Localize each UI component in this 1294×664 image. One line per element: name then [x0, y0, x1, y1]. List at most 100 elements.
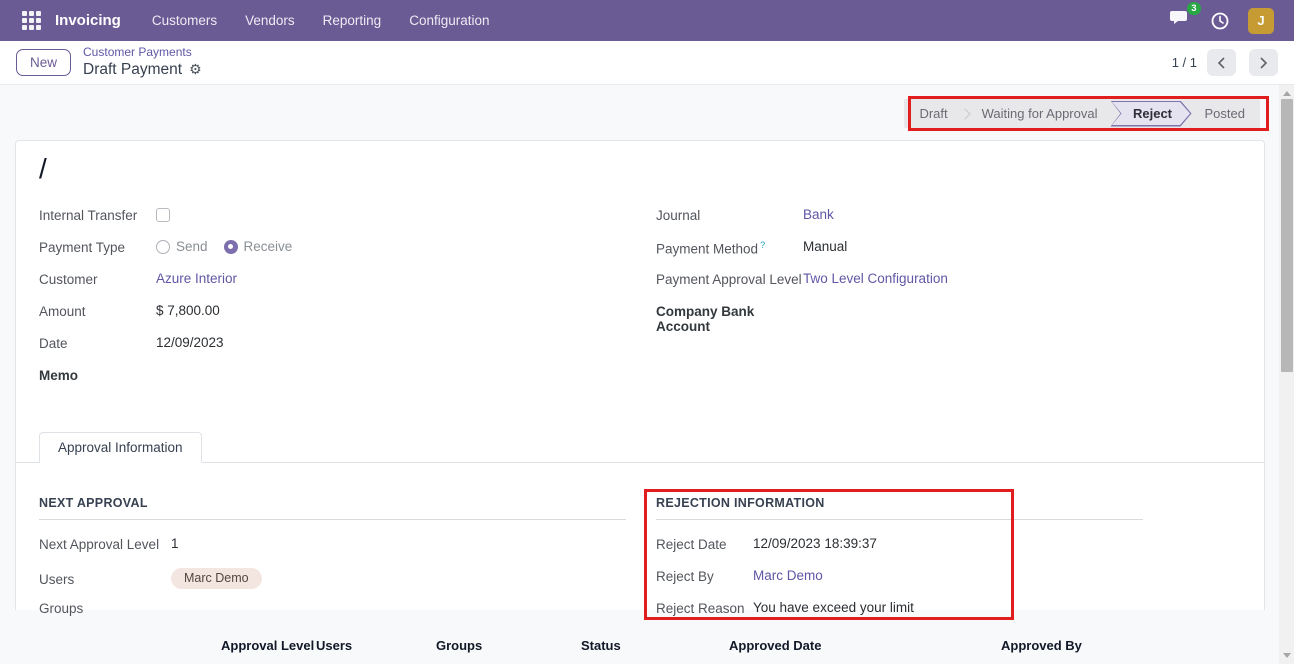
field-reject-by: Reject By Marc Demo [656, 568, 1143, 586]
statusbar: Draft Waiting for Approval Reject Posted [904, 99, 1260, 128]
status-reject-label: Reject [1112, 102, 1190, 125]
users-label: Users [39, 568, 171, 587]
payment-method-label: Payment Method? [656, 239, 803, 257]
gear-icon[interactable]: ⚙ [189, 61, 202, 79]
app-name[interactable]: Invoicing [55, 12, 121, 29]
customer-link[interactable]: Azure Interior [156, 271, 237, 286]
payment-approval-level-link[interactable]: Two Level Configuration [803, 271, 948, 286]
payment-approval-level-label: Payment Approval Level [656, 271, 803, 287]
field-reject-date: Reject Date 12/09/2023 18:39:37 [656, 536, 1143, 554]
approvals-table-header: Approval Level Users Groups Status Appro… [16, 638, 1264, 658]
scrollbar-thumb[interactable] [1281, 99, 1293, 372]
pager-counter: 1 / 1 [1172, 55, 1197, 70]
breadcrumb: Customer Payments Draft Payment ⚙ [83, 45, 202, 79]
field-next-approval-level: Next Approval Level 1 [39, 536, 626, 554]
pager: 1 / 1 [1172, 49, 1278, 76]
top-navbar: Invoicing Customers Vendors Reporting Co… [0, 0, 1294, 41]
next-approval-level-value[interactable]: 1 [171, 536, 179, 551]
navbar-left: Invoicing Customers Vendors Reporting Co… [12, 2, 501, 39]
field-internal-transfer: Internal Transfer [39, 207, 619, 225]
send-radio[interactable] [156, 240, 170, 254]
field-customer: Customer Azure Interior [39, 271, 619, 289]
groups-label: Groups [39, 600, 171, 616]
new-button[interactable]: New [16, 49, 71, 76]
reject-reason-value[interactable]: You have exceed your limit [753, 600, 914, 615]
status-reject-active[interactable]: Reject [1110, 101, 1191, 127]
field-amount: Amount $ 7,800.00 [39, 303, 619, 321]
field-company-bank-account: Company Bank Account [656, 303, 1156, 334]
col-groups[interactable]: Groups [436, 638, 482, 653]
user-avatar[interactable]: J [1248, 8, 1274, 34]
payment-method-value[interactable]: Manual [803, 239, 847, 254]
tab-approval-information[interactable]: Approval Information [39, 432, 202, 463]
col-users[interactable]: Users [316, 638, 352, 653]
nav-item-customers[interactable]: Customers [141, 2, 228, 39]
navbar-right: 3 J [1170, 8, 1282, 34]
status-posted[interactable]: Posted [1194, 101, 1256, 126]
col-status[interactable]: Status [581, 638, 621, 653]
field-payment-method: Payment Method? Manual [656, 239, 1156, 257]
control-panel: New Customer Payments Draft Payment ⚙ 1 … [0, 41, 1294, 85]
customer-label: Customer [39, 271, 156, 287]
nav-item-vendors[interactable]: Vendors [234, 2, 306, 39]
reject-date-label: Reject Date [656, 536, 753, 552]
date-value[interactable]: 12/09/2023 [156, 335, 224, 350]
amount-label: Amount [39, 303, 156, 319]
journal-link[interactable]: Bank [803, 207, 834, 222]
right-field-group: Journal Bank Payment Method? Manual Paym… [656, 207, 1156, 348]
reject-by-link[interactable]: Marc Demo [753, 568, 823, 583]
status-separator-icon [959, 108, 970, 119]
breadcrumb-current-label: Draft Payment [83, 60, 182, 79]
col-approved-date[interactable]: Approved Date [729, 638, 821, 653]
receive-radio[interactable] [224, 240, 238, 254]
activities-clock-icon[interactable] [1210, 11, 1230, 31]
notebook-tabs: Approval Information [16, 429, 1264, 463]
payment-type-label: Payment Type [39, 239, 156, 255]
form-view-area: Draft Waiting for Approval Reject Posted… [0, 85, 1294, 664]
rejection-information-title: REJECTION INFORMATION [656, 496, 1143, 520]
payment-name-title: / [39, 153, 47, 185]
field-users: Users Marc Demo [39, 568, 626, 589]
next-approval-level-label: Next Approval Level [39, 536, 171, 552]
field-date: Date 12/09/2023 [39, 335, 619, 353]
nav-item-reporting[interactable]: Reporting [312, 2, 393, 39]
memo-label: Memo [39, 367, 156, 383]
amount-value[interactable]: $ 7,800.00 [156, 303, 220, 318]
next-approval-section: NEXT APPROVAL Next Approval Level 1 User… [39, 496, 626, 632]
send-label: Send [176, 239, 208, 254]
breadcrumb-parent[interactable]: Customer Payments [83, 45, 202, 60]
reject-date-value[interactable]: 12/09/2023 18:39:37 [753, 536, 877, 551]
help-tooltip-icon: ? [760, 240, 765, 250]
left-field-group: Internal Transfer Payment Type Send Rece… [39, 207, 619, 399]
scroll-up-icon[interactable] [1283, 91, 1291, 96]
app-window: Invoicing Customers Vendors Reporting Co… [0, 0, 1294, 664]
status-draft[interactable]: Draft [908, 101, 958, 126]
apps-grid-icon[interactable] [22, 11, 41, 30]
nav-item-configuration[interactable]: Configuration [398, 2, 500, 39]
payment-type-options: Send Receive [156, 239, 302, 254]
form-sheet: / Internal Transfer Payment Type Send Re… [15, 140, 1265, 610]
field-reject-reason: Reject Reason You have exceed your limit [656, 600, 1143, 618]
col-approved-by[interactable]: Approved By [1001, 638, 1082, 653]
field-groups: Groups [39, 600, 626, 618]
receive-label: Receive [244, 239, 293, 254]
pager-previous-button[interactable] [1207, 49, 1236, 76]
rejection-information-section: REJECTION INFORMATION Reject Date 12/09/… [656, 496, 1143, 632]
field-memo: Memo [39, 367, 619, 385]
internal-transfer-checkbox[interactable] [156, 208, 170, 222]
journal-label: Journal [656, 207, 803, 223]
scroll-down-icon[interactable] [1283, 653, 1291, 658]
next-approval-title: NEXT APPROVAL [39, 496, 626, 520]
col-approval-level[interactable]: Approval Level [221, 638, 314, 653]
messages-icon[interactable]: 3 [1170, 9, 1192, 32]
reject-reason-label: Reject Reason [656, 600, 753, 616]
field-payment-type: Payment Type Send Receive [39, 239, 619, 257]
field-journal: Journal Bank [656, 207, 1156, 225]
date-label: Date [39, 335, 156, 351]
pager-next-button[interactable] [1249, 49, 1278, 76]
internal-transfer-label: Internal Transfer [39, 207, 156, 223]
vertical-scrollbar[interactable] [1279, 85, 1294, 664]
messages-badge: 3 [1187, 2, 1201, 15]
status-waiting-for-approval[interactable]: Waiting for Approval [971, 101, 1109, 126]
company-bank-account-label: Company Bank Account [656, 303, 803, 334]
